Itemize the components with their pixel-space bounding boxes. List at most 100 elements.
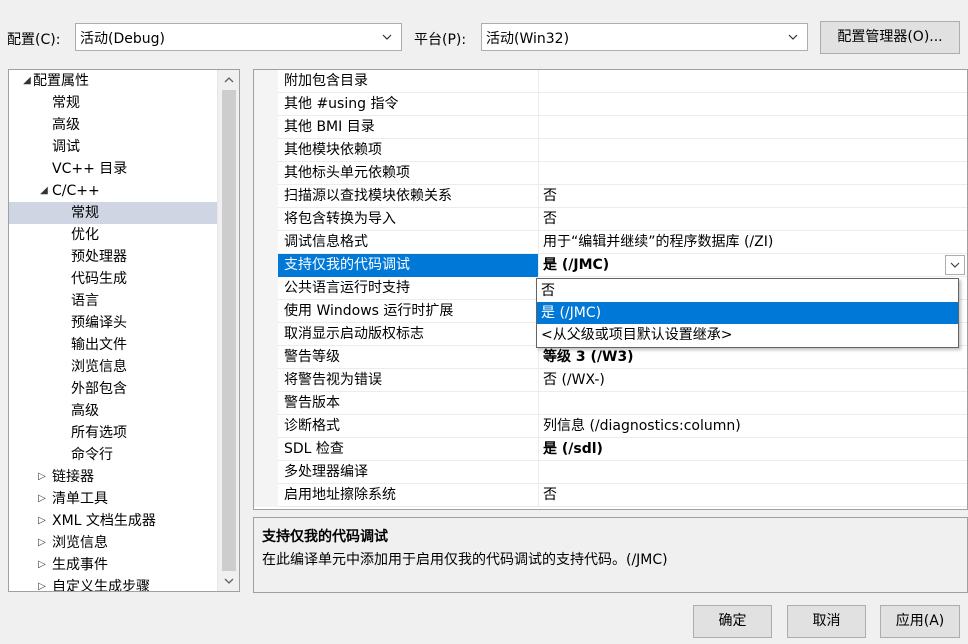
ok-button[interactable]: 确定	[693, 605, 772, 638]
config-select[interactable]: 活动(Debug)	[75, 23, 402, 51]
property-tree[interactable]: ◢ 配置属性 常规 高级 调试 VC++ 目录 ◢ C/C++ 常规 优化 预处理器 代码生成 语言 预编…	[8, 69, 240, 592]
tree-item[interactable]: 高级	[9, 400, 217, 422]
tree-item-label: 浏览信息	[52, 535, 108, 551]
tree-item[interactable]: 浏览信息	[9, 356, 217, 378]
dropdown-option-no[interactable]: 否	[537, 280, 958, 302]
property-value[interactable]	[539, 93, 967, 116]
property-row[interactable]: 启用地址擦除系统否	[254, 484, 967, 507]
scroll-up-icon[interactable]	[218, 70, 240, 90]
tree-item[interactable]: 预编译头	[9, 312, 217, 334]
chevron-down-icon	[382, 34, 392, 40]
expand-arrow-icon[interactable]: ▷	[36, 488, 48, 510]
expand-arrow-icon[interactable]: ▷	[36, 554, 48, 576]
property-value[interactable]: 否	[539, 185, 967, 208]
property-value[interactable]: 等级 3 (/W3)	[539, 346, 967, 369]
tree-item[interactable]: ▷ XML 文档生成器	[9, 510, 217, 532]
tree-item-label: 调试	[52, 139, 80, 155]
property-row[interactable]: 其他 BMI 目录	[254, 116, 967, 139]
property-value[interactable]: 用于“编辑并继续”的程序数据库 (/ZI)	[539, 231, 967, 254]
tree-item[interactable]: 调试	[9, 136, 217, 158]
property-value[interactable]: 否 (/WX-)	[539, 369, 967, 392]
collapse-arrow-icon[interactable]: ◢	[21, 70, 33, 92]
property-value[interactable]: 是 (/JMC)	[539, 254, 967, 277]
tree-item-label: 浏览信息	[71, 359, 127, 375]
property-value[interactable]: 否	[539, 208, 967, 231]
row-gutter	[254, 415, 278, 438]
tree-scroll-thumb[interactable]	[222, 90, 236, 571]
property-row[interactable]: 扫描源以查找模块依赖关系否	[254, 185, 967, 208]
tree-item-label: 代码生成	[71, 271, 127, 287]
property-name: 扫描源以查找模块依赖关系	[278, 185, 539, 208]
tree-item[interactable]: ▷ 自定义生成步骤	[9, 576, 217, 591]
collapse-arrow-icon[interactable]: ◢	[38, 180, 50, 202]
property-value[interactable]	[539, 461, 967, 484]
property-value[interactable]	[539, 392, 967, 415]
tree-item[interactable]: 输出文件	[9, 334, 217, 356]
tree-item[interactable]: ◢ C/C++	[9, 180, 217, 202]
row-gutter	[254, 346, 278, 369]
tree-item[interactable]: 常规	[9, 202, 217, 224]
config-manager-button[interactable]: 配置管理器(O)...	[820, 21, 960, 54]
property-row[interactable]: 支持仅我的代码调试是 (/JMC)	[254, 254, 967, 277]
property-row[interactable]: 其他模块依赖项	[254, 139, 967, 162]
row-gutter	[254, 93, 278, 116]
tree-item[interactable]: ▷ 浏览信息	[9, 532, 217, 554]
apply-button[interactable]: 应用(A)	[880, 605, 960, 638]
property-value[interactable]	[539, 70, 967, 93]
tree-item[interactable]: 语言	[9, 290, 217, 312]
cancel-button[interactable]: 取消	[787, 605, 866, 638]
property-row[interactable]: 其他标头单元依赖项	[254, 162, 967, 185]
property-row[interactable]: SDL 检查是 (/sdl)	[254, 438, 967, 461]
property-name: 其他模块依赖项	[278, 139, 539, 162]
property-value[interactable]: 列信息 (/diagnostics:column)	[539, 415, 967, 438]
property-row[interactable]: 其他 #using 指令	[254, 93, 967, 116]
property-name: 其他标头单元依赖项	[278, 162, 539, 185]
row-gutter	[254, 70, 278, 93]
property-name: SDL 检查	[278, 438, 539, 461]
property-value[interactable]: 是 (/sdl)	[539, 438, 967, 461]
row-gutter	[254, 162, 278, 185]
description-title: 支持仅我的代码调试	[262, 529, 388, 545]
property-row[interactable]: 警告版本	[254, 392, 967, 415]
property-name: 多处理器编译	[278, 461, 539, 484]
tree-item[interactable]: 代码生成	[9, 268, 217, 290]
dropdown-option-yes-jmc[interactable]: 是 (/JMC)	[537, 302, 958, 324]
tree-item[interactable]: VC++ 目录	[9, 158, 217, 180]
scroll-down-icon[interactable]	[218, 571, 240, 591]
tree-item[interactable]: 预处理器	[9, 246, 217, 268]
tree-item[interactable]: 优化	[9, 224, 217, 246]
description-text: 在此编译单元中添加用于启用仅我的代码调试的支持代码。(/JMC)	[262, 552, 668, 568]
dropdown-option-inherit[interactable]: <从父级或项目默认设置继承>	[537, 324, 958, 346]
property-value[interactable]	[539, 139, 967, 162]
property-row[interactable]: 将警告视为错误否 (/WX-)	[254, 369, 967, 392]
property-row[interactable]: 多处理器编译	[254, 461, 967, 484]
expand-arrow-icon[interactable]: ▷	[36, 532, 48, 554]
property-row[interactable]: 调试信息格式 用于“编辑并继续”的程序数据库 (/ZI)	[254, 231, 967, 254]
property-value[interactable]	[539, 116, 967, 139]
tree-item-label: 输出文件	[71, 337, 127, 353]
property-row[interactable]: 诊断格式 列信息 (/diagnostics:column)	[254, 415, 967, 438]
tree-item[interactable]: ▷ 生成事件	[9, 554, 217, 576]
property-name: 支持仅我的代码调试	[278, 254, 539, 277]
expand-arrow-icon[interactable]: ▷	[36, 466, 48, 488]
property-value[interactable]: 否	[539, 484, 967, 507]
property-row[interactable]: 将包含转换为导入否	[254, 208, 967, 231]
tree-item[interactable]: 常规	[9, 92, 217, 114]
tree-item[interactable]: 外部包含	[9, 378, 217, 400]
platform-select[interactable]: 活动(Win32)	[481, 23, 808, 51]
config-select-value: 活动(Debug)	[80, 31, 165, 47]
value-dropdown-list[interactable]: 否 是 (/JMC) <从父级或项目默认设置继承>	[536, 278, 959, 348]
tree-item[interactable]: 高级	[9, 114, 217, 136]
tree-item[interactable]: 所有选项	[9, 422, 217, 444]
tree-item[interactable]: ◢ 配置属性	[9, 70, 217, 92]
property-row[interactable]: 附加包含目录	[254, 70, 967, 93]
property-value[interactable]	[539, 162, 967, 185]
tree-scrollbar[interactable]	[217, 70, 239, 591]
tree-item[interactable]: ▷ 链接器	[9, 466, 217, 488]
tree-item[interactable]: ▷ 清单工具	[9, 488, 217, 510]
expand-arrow-icon[interactable]: ▷	[36, 576, 48, 591]
property-row[interactable]: 警告等级 等级 3 (/W3)	[254, 346, 967, 369]
expand-arrow-icon[interactable]: ▷	[36, 510, 48, 532]
tree-item[interactable]: 命令行	[9, 444, 217, 466]
value-dropdown-button[interactable]	[945, 255, 965, 275]
